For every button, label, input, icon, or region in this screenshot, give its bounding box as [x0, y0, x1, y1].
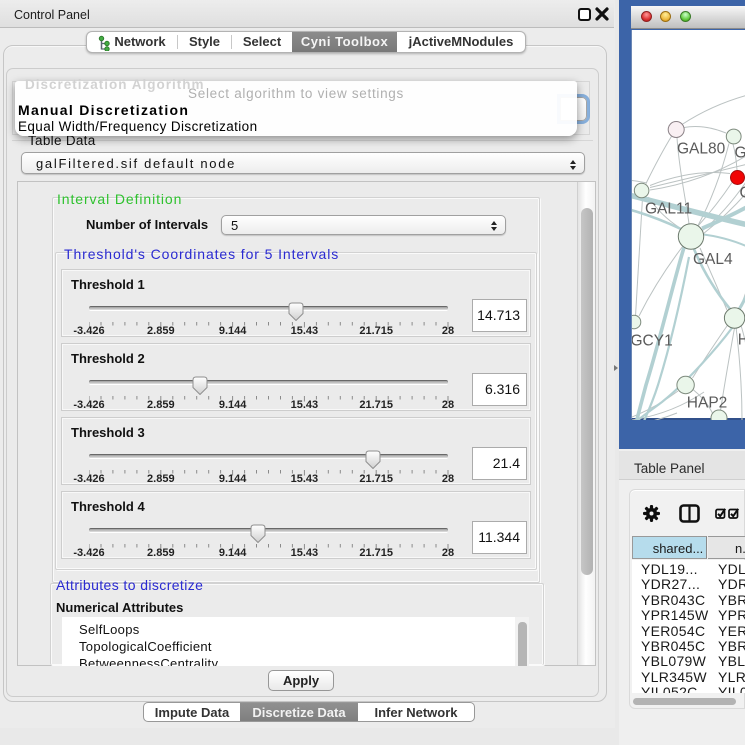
svg-text:HAP2: HAP2	[687, 395, 728, 412]
svg-text:C: C	[740, 185, 745, 202]
svg-text:GAL4: GAL4	[693, 251, 733, 268]
svg-text:GAL80: GAL80	[677, 141, 726, 158]
svg-text:GAL11: GAL11	[645, 201, 692, 218]
svg-text:GA: GA	[735, 145, 745, 162]
svg-text:H: H	[738, 332, 745, 349]
svg-text:GCY1: GCY1	[632, 333, 673, 350]
